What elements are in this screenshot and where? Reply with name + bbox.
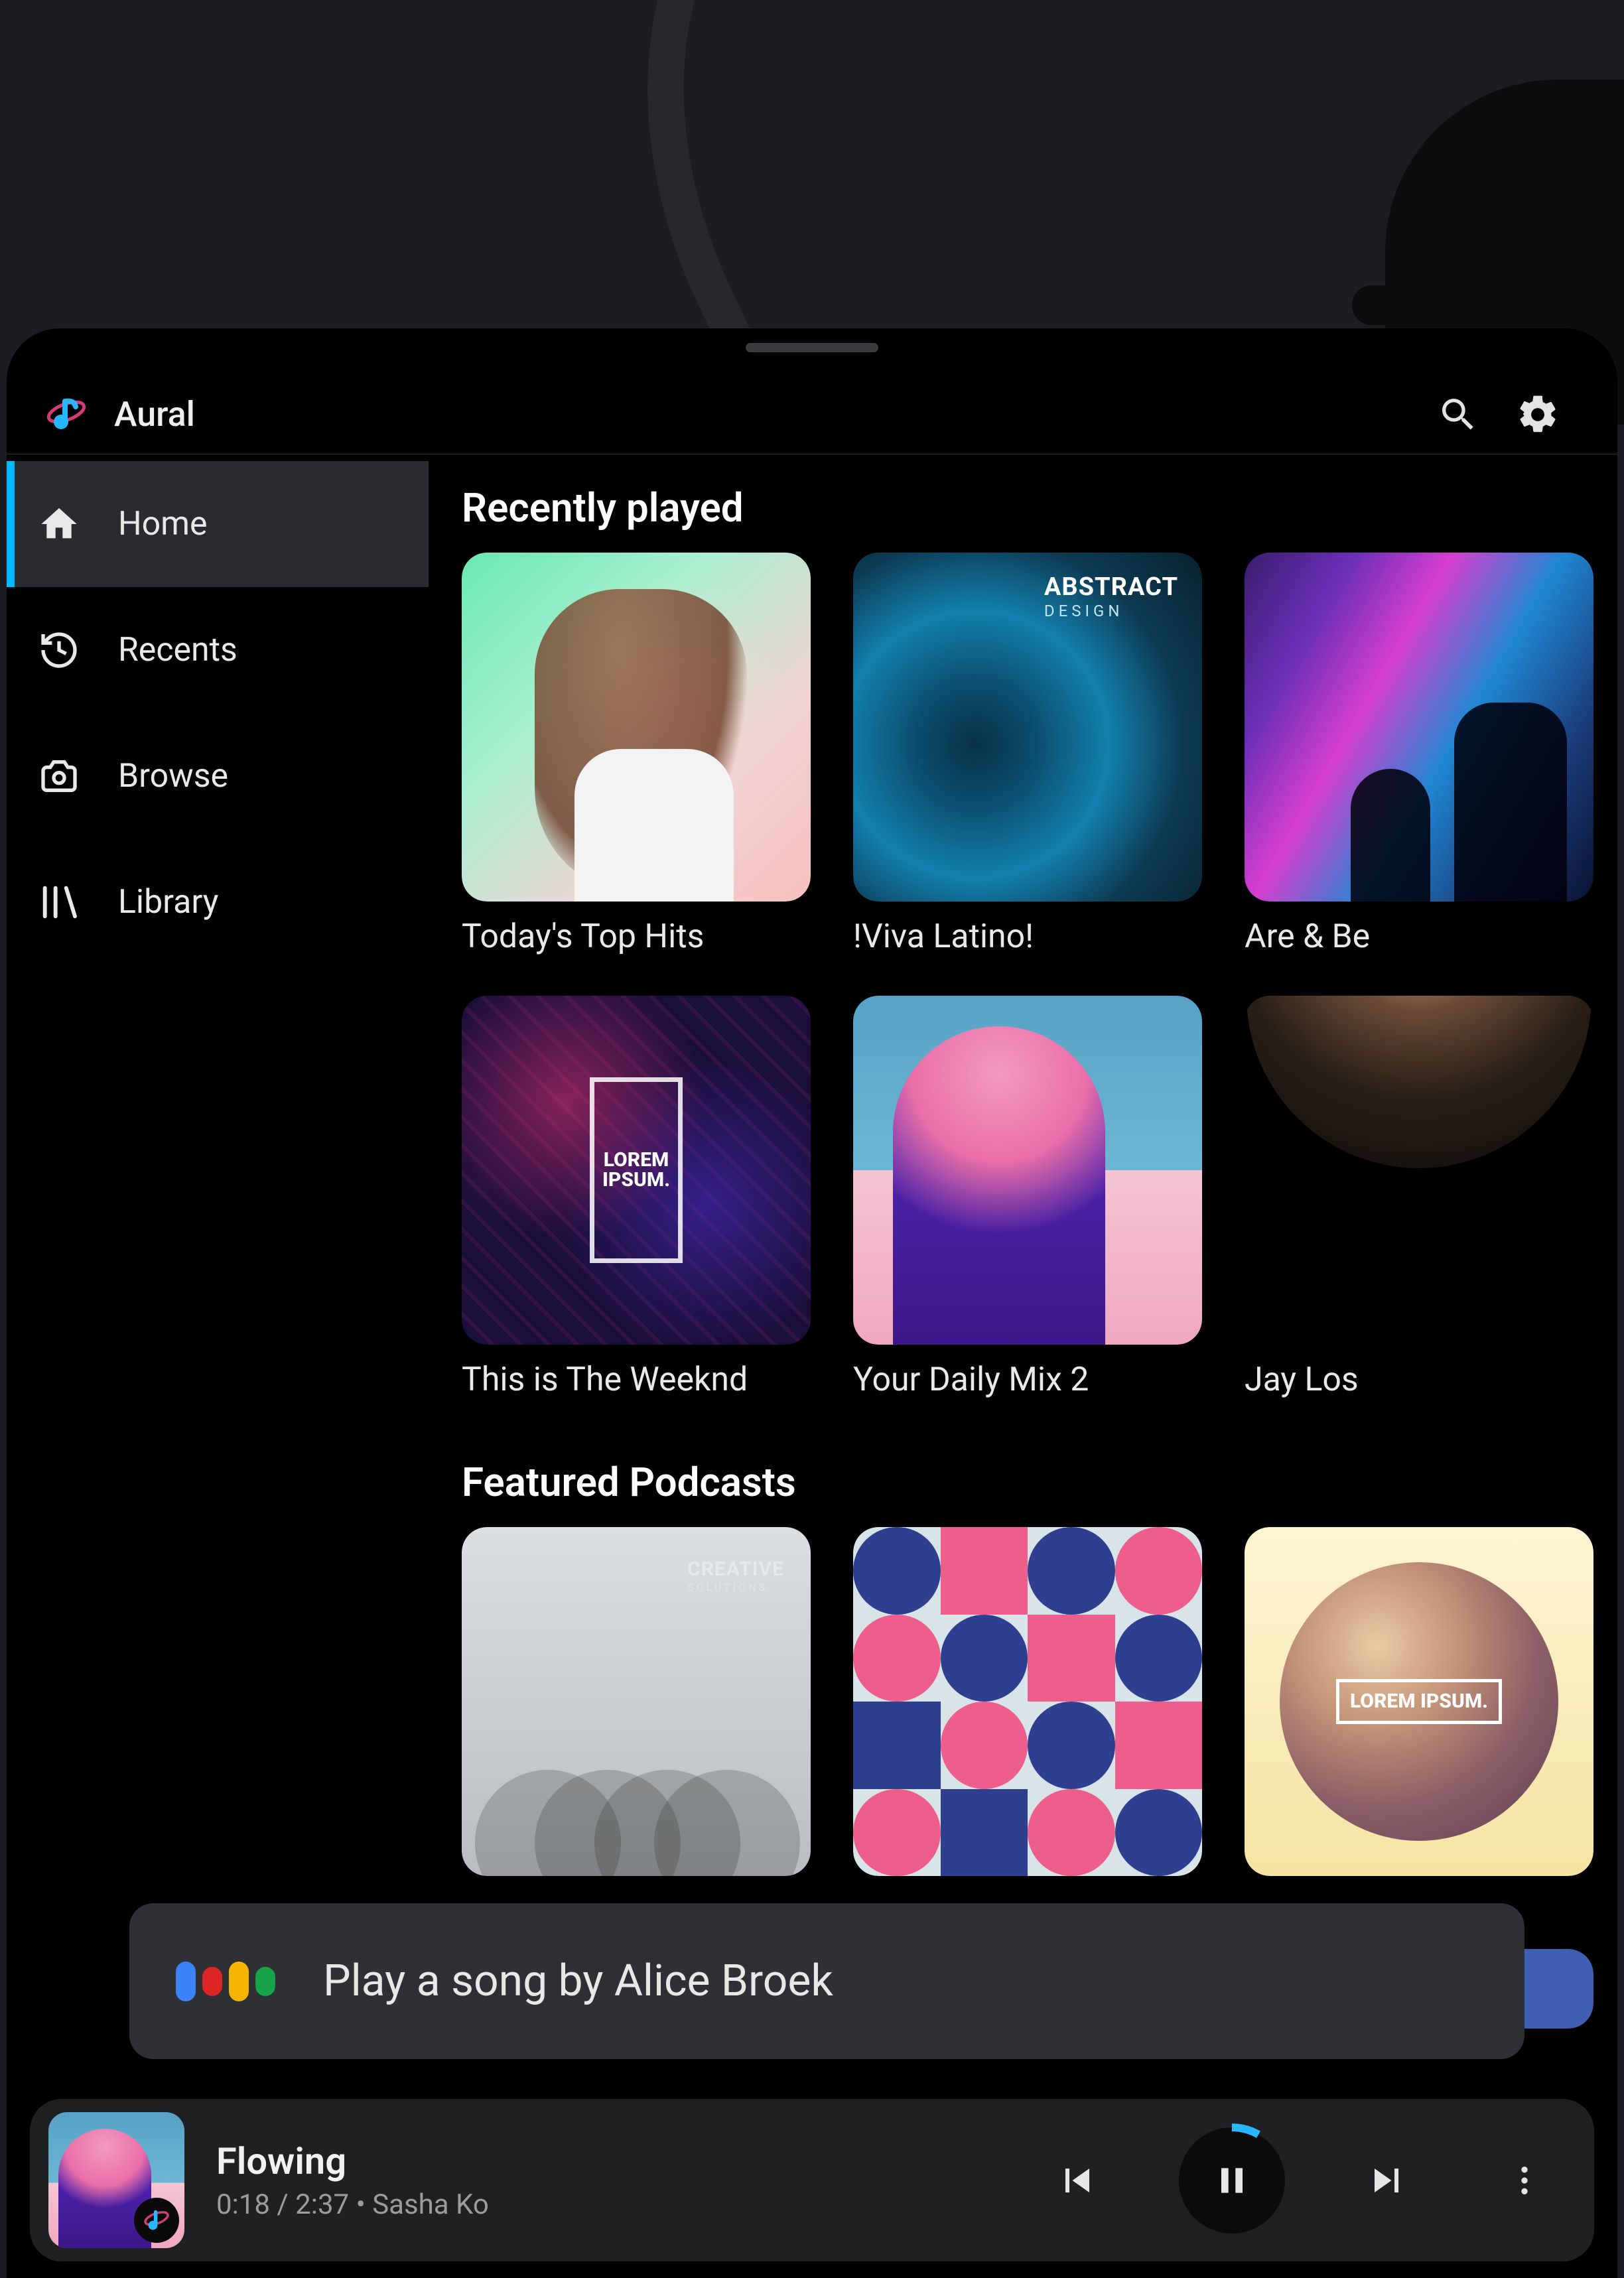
tile-art: LOREM IPSUM. [462, 996, 811, 1345]
skip-next-icon [1363, 2157, 1410, 2204]
sidebar-item-library[interactable]: Library [7, 839, 429, 965]
drag-handle[interactable] [746, 343, 878, 352]
tile-art [462, 553, 811, 902]
tile-art [1245, 996, 1593, 1345]
kebab-icon [1506, 2162, 1543, 2199]
tile-art [853, 1527, 1202, 1876]
tile-label: Are & Be [1245, 913, 1593, 956]
tile-podcast-1[interactable]: CREATIVESOLUTIONS [462, 1527, 811, 1876]
gear-icon [1515, 392, 1560, 437]
tile-today-top-hits[interactable]: Today's Top Hits [462, 553, 811, 956]
tile-badge-main: ABSTRACT [1044, 572, 1178, 602]
tile-badge-sub: DESIGN [1044, 602, 1178, 620]
tile-art: LOREM IPSUM. [1245, 1527, 1593, 1876]
podcasts-row-1: CREATIVESOLUTIONS [462, 1527, 1617, 1876]
background-arch [532, 0, 981, 369]
play-pause-button[interactable] [1179, 2127, 1285, 2234]
recent-row-2: LOREM IPSUM. This is The Weeknd Your Dai… [462, 996, 1617, 1399]
tile-art: ABSTRACTDESIGN [853, 553, 1202, 902]
voice-query-text: Play a song by Alice Broek [323, 1956, 833, 2007]
sidebar-item-label: Home [118, 505, 208, 543]
pause-icon [1211, 2159, 1253, 2202]
recent-row-1: Today's Top Hits ABSTRACTDESIGN !Viva La… [462, 553, 1617, 956]
tile-podcast-3[interactable]: LOREM IPSUM. [1245, 1527, 1593, 1876]
tile-are-and-be[interactable]: Are & Be [1245, 553, 1593, 956]
now-playing-bar: Flowing 0:18 / 2:37 • Sasha Ko [30, 2099, 1594, 2261]
app-window: Aural Home [7, 328, 1617, 2278]
tile-this-is-weeknd[interactable]: LOREM IPSUM. This is The Weeknd [462, 996, 811, 1399]
home-icon [34, 500, 84, 549]
now-playing-subtitle: 0:18 / 2:37 • Sasha Ko [216, 2188, 489, 2221]
tile-frame-text: LOREM IPSUM. [590, 1077, 683, 1263]
tile-tag-text: LOREM IPSUM. [1336, 1679, 1502, 1724]
background-mirror [1352, 285, 1458, 325]
settings-button[interactable] [1498, 375, 1578, 454]
tile-label: Today's Top Hits [462, 913, 811, 956]
search-button[interactable] [1418, 375, 1498, 454]
camera-icon [34, 752, 84, 801]
sidebar-item-home[interactable]: Home [7, 461, 429, 587]
now-playing-art[interactable] [48, 2112, 184, 2248]
sidebar-item-label: Library [118, 883, 218, 921]
sidebar-item-label: Recents [118, 631, 237, 669]
overflow-menu-button[interactable] [1481, 2137, 1568, 2224]
tile-art: CREATIVESOLUTIONS [462, 1527, 811, 1876]
tile-label: Jay Los [1245, 1357, 1593, 1399]
top-bar: Aural [7, 375, 1617, 454]
library-icon [34, 878, 84, 927]
now-playing-title: Flowing [216, 2139, 489, 2183]
now-playing-app-badge [134, 2198, 179, 2243]
tile-art [853, 996, 1202, 1345]
tile-badge-sub: SOLUTIONS [687, 1581, 784, 1593]
search-icon [1437, 393, 1479, 436]
tile-viva-latino[interactable]: ABSTRACTDESIGN !Viva Latino! [853, 553, 1202, 956]
sidebar-active-indicator [7, 461, 15, 587]
tile-label: !Viva Latino! [853, 913, 1202, 956]
sidebar-item-label: Browse [118, 757, 228, 795]
previous-track-button[interactable] [1034, 2137, 1120, 2224]
skip-previous-icon [1053, 2157, 1101, 2204]
app-title: Aural [114, 394, 195, 435]
assistant-icon [176, 1962, 275, 2001]
sidebar-item-browse[interactable]: Browse [7, 713, 429, 839]
tile-label: Your Daily Mix 2 [853, 1357, 1202, 1399]
tile-podcast-2[interactable] [853, 1527, 1202, 1876]
now-playing-text[interactable]: Flowing 0:18 / 2:37 • Sasha Ko [216, 2139, 489, 2221]
tile-jay-los[interactable]: Jay Los [1245, 996, 1593, 1399]
section-title-recent: Recently played [462, 484, 1617, 531]
tile-badge-main: CREATIVE [687, 1558, 784, 1581]
tile-art [1245, 553, 1593, 902]
tile-daily-mix-2[interactable]: Your Daily Mix 2 [853, 996, 1202, 1399]
section-title-podcasts: Featured Podcasts [462, 1459, 1617, 1506]
history-icon [34, 626, 84, 675]
sidebar-item-recents[interactable]: Recents [7, 587, 429, 713]
voice-assistant-chip[interactable]: Play a song by Alice Broek [129, 1903, 1524, 2059]
app-brand[interactable]: Aural [45, 393, 195, 436]
next-track-button[interactable] [1343, 2137, 1430, 2224]
tile-label: This is The Weeknd [462, 1357, 811, 1399]
app-logo-icon [45, 393, 88, 436]
